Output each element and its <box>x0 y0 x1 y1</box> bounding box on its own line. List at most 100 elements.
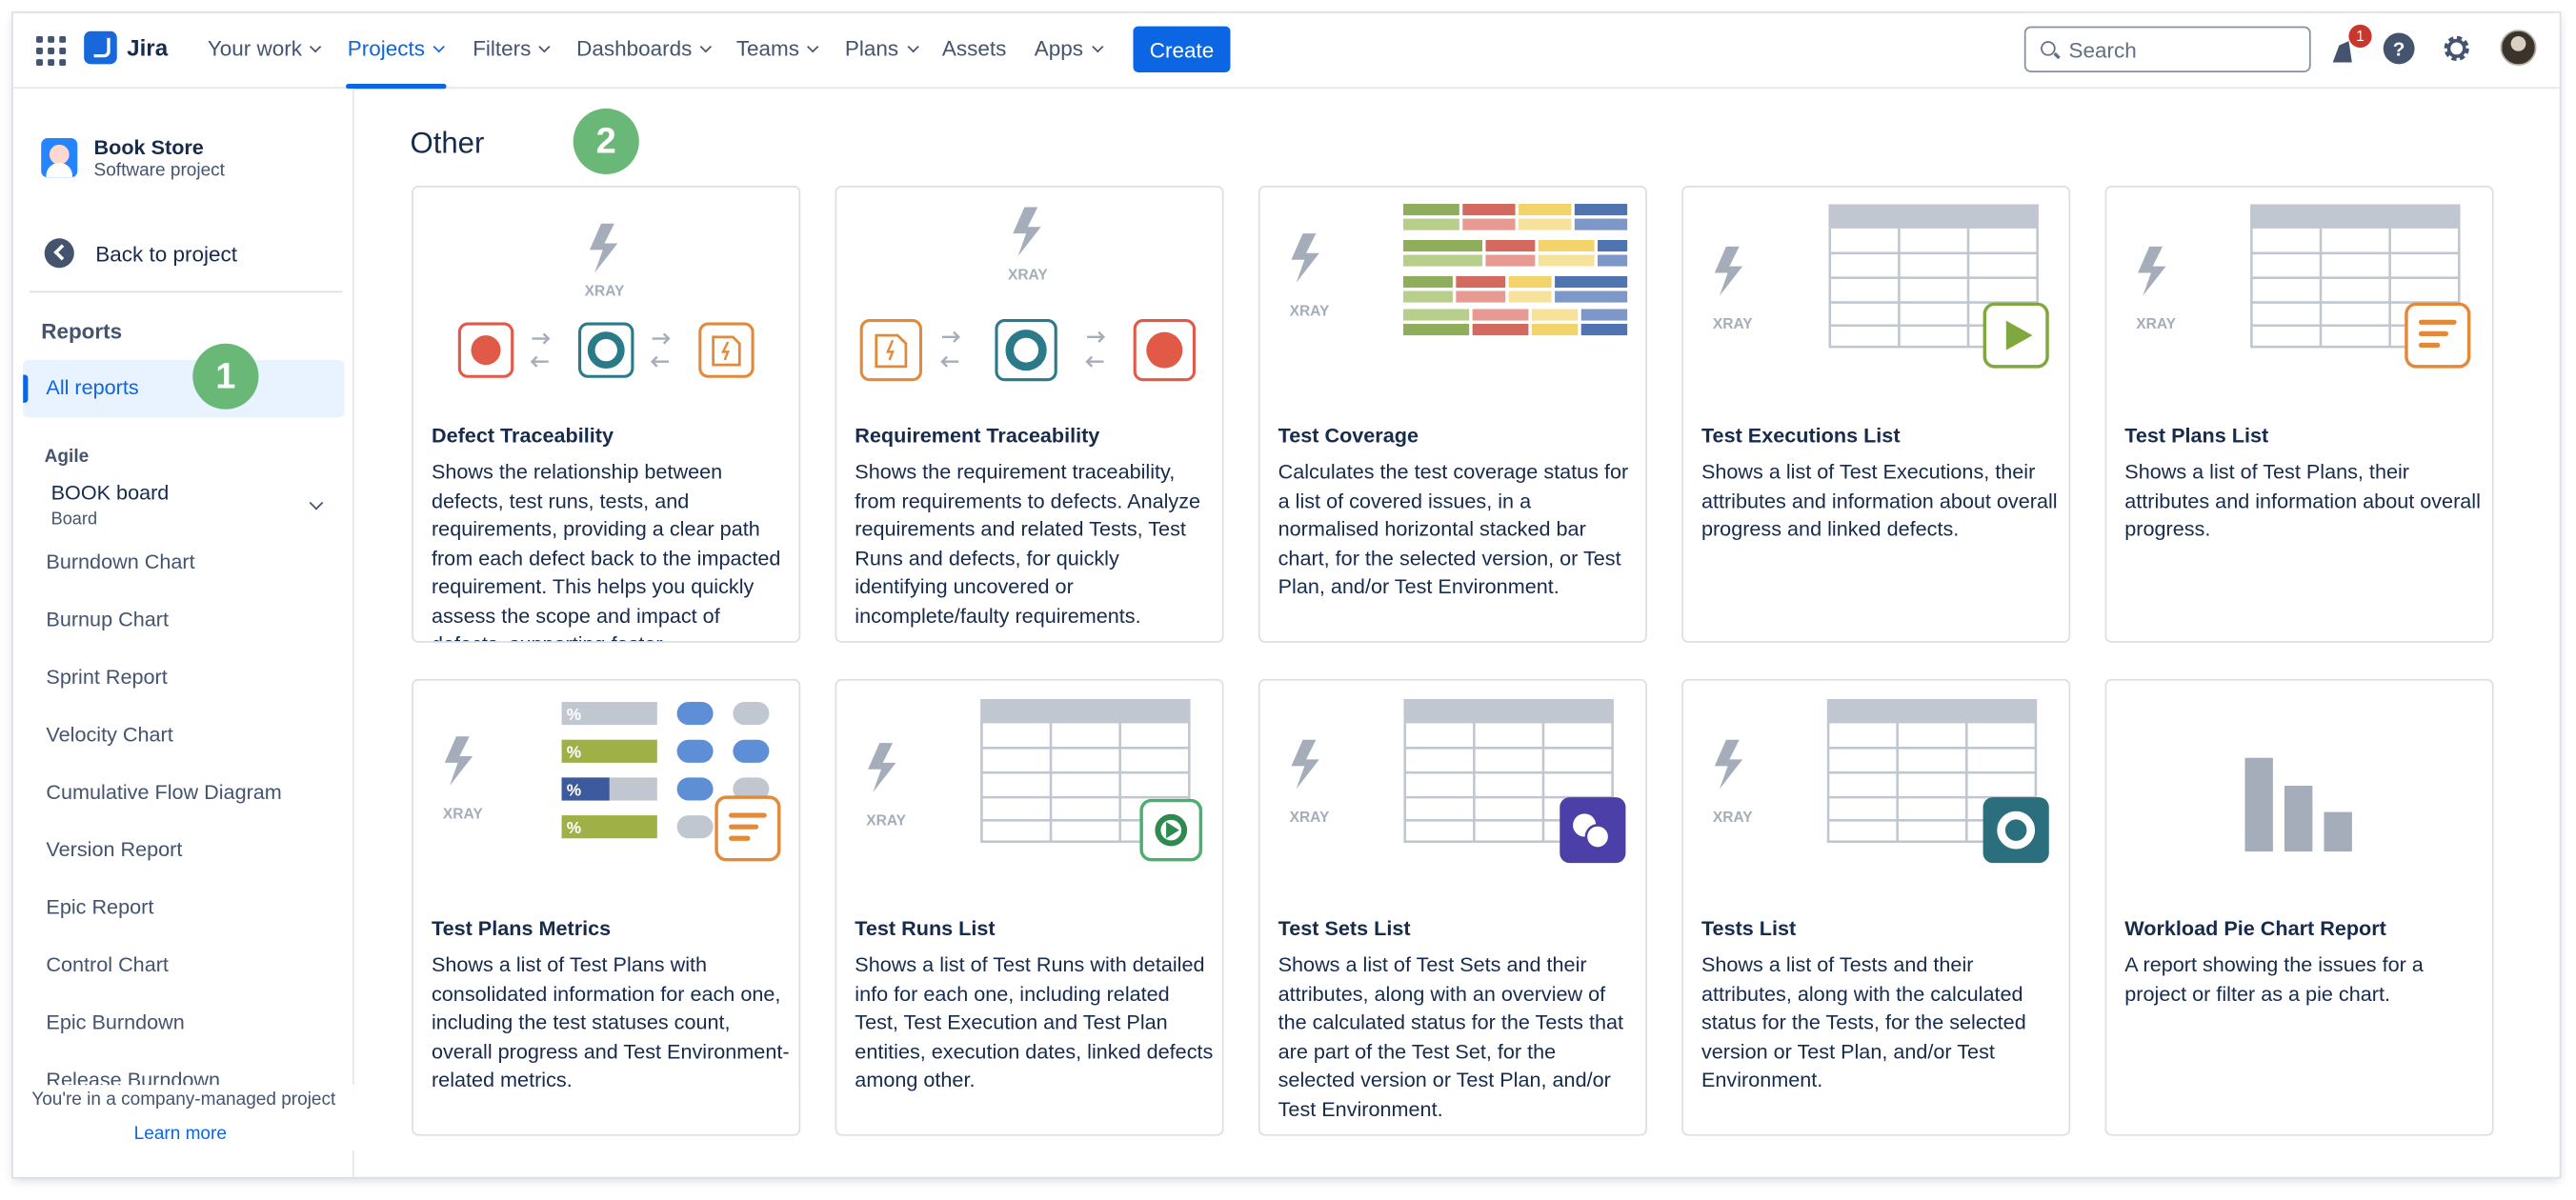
nav-plans[interactable]: Plans <box>844 35 918 61</box>
jira-logo-icon <box>84 30 117 65</box>
test-icon <box>1982 797 2049 864</box>
nav-projects[interactable]: Projects <box>348 36 445 61</box>
nav-assets[interactable]: Assets <box>942 36 1006 61</box>
xray-label: XRAY <box>585 284 625 300</box>
sidebar-item-sprint-report[interactable]: Sprint Report <box>46 666 167 689</box>
svg-text:%: % <box>567 705 581 724</box>
svg-text:%: % <box>567 818 581 837</box>
test-coverage-illustration: XRAY <box>1290 204 1628 336</box>
help-icon[interactable]: ? <box>2383 32 2415 65</box>
nav-filters-label: Filters <box>473 35 532 61</box>
step-marker-2: 2 <box>573 108 639 174</box>
notifications-button[interactable]: 1 <box>2325 24 2372 70</box>
card-title: Requirement Traceability <box>855 424 1100 448</box>
user-avatar[interactable] <box>2500 30 2537 67</box>
card-description: Shows a list of Test Plans, their attrib… <box>2124 460 2481 541</box>
board-selector[interactable]: BOOK board <box>51 482 170 505</box>
sidebar-item-cumulative-flow[interactable]: Cumulative Flow Diagram <box>46 781 281 804</box>
nav-dashboards-label: Dashboards <box>576 35 693 61</box>
card-description: Shows a list of Test Sets and their attr… <box>1278 953 1624 1121</box>
report-card-requirement-traceability[interactable]: XRAY Requirement Traceability Shows the … <box>835 186 1224 643</box>
chevron-down-icon[interactable] <box>309 495 324 510</box>
sidebar-divider <box>30 290 343 293</box>
arrows-icon <box>940 330 960 368</box>
card-title: Tests List <box>1701 917 1797 941</box>
step-marker-1: 1 <box>192 343 259 410</box>
project-type: Software project <box>93 161 225 181</box>
xray-label: XRAY <box>443 807 483 823</box>
report-card-test-executions-list[interactable]: XRAY Test Executions List Shows a list o… <box>1681 186 2071 643</box>
xray-logo-icon <box>868 743 896 792</box>
card-description: Shows the relationship between defects, … <box>431 460 781 641</box>
report-card-test-coverage[interactable]: XRAY Test Coverage Calculates the test c… <box>1258 186 1647 643</box>
sidebar-item-burnup-chart[interactable]: Burnup Chart <box>46 609 169 631</box>
sidebar-item-burndown-chart[interactable]: Burndown Chart <box>46 550 194 573</box>
nav-teams[interactable]: Teams <box>735 35 819 61</box>
chevron-down-icon <box>906 40 918 52</box>
xray-label: XRAY <box>1290 303 1330 319</box>
nav-your-work[interactable]: Your work <box>207 35 322 61</box>
xray-label: XRAY <box>1713 810 1753 826</box>
xray-label: XRAY <box>2136 316 2176 332</box>
back-to-project-link[interactable]: Back to project <box>30 225 342 281</box>
chevron-down-icon <box>699 40 713 52</box>
svg-text:%: % <box>567 743 581 762</box>
search-input[interactable]: Search <box>2023 26 2311 72</box>
card-description: Shows the requirement traceability, from… <box>855 460 1201 628</box>
chevron-down-icon <box>1091 40 1103 52</box>
test-executions-list-illustration: XRAY <box>1713 204 2049 369</box>
report-card-test-runs-list[interactable]: XRAY Test Runs List Shows a list of Test… <box>835 678 1224 1136</box>
defect-traceability-illustration: XRAY <box>457 223 755 378</box>
nav-assets-label: Assets <box>941 35 1007 61</box>
nav-teams-label: Teams <box>735 35 800 61</box>
create-button[interactable]: Create <box>1133 26 1231 72</box>
jira-logo[interactable]: Jira <box>84 30 168 65</box>
card-description: Shows a list of Test Runs with detailed … <box>855 953 1214 1092</box>
xray-label: XRAY <box>1290 810 1330 826</box>
card-title: Defect Traceability <box>431 424 614 448</box>
requirement-icon <box>698 322 755 378</box>
xray-label: XRAY <box>1008 267 1048 283</box>
nav-apps[interactable]: Apps <box>1034 35 1103 61</box>
sidebar-item-version-report[interactable]: Version Report <box>46 838 182 861</box>
app-switcher-icon[interactable] <box>36 35 67 67</box>
report-card-defect-traceability[interactable]: XRAY Defect Traceability Shows the relat… <box>412 186 801 643</box>
back-to-project-label: Back to project <box>95 240 237 266</box>
sidebar-item-velocity-chart[interactable]: Velocity Chart <box>46 723 172 746</box>
reports-heading: Reports <box>41 318 123 344</box>
report-card-test-sets-list[interactable]: XRAY Test Sets List Shows a list of Test… <box>1258 678 1647 1136</box>
xray-logo-icon <box>1291 739 1319 790</box>
test-plans-metrics-illustration: XRAY % % % % <box>443 702 781 862</box>
report-card-test-plans-list[interactable]: XRAY Test Plans List Shows a list of Tes… <box>2104 186 2494 643</box>
settings-gear-icon[interactable] <box>2441 33 2472 65</box>
xray-label: XRAY <box>1713 316 1753 332</box>
test-plans-list-illustration: XRAY <box>2136 204 2471 369</box>
nav-plans-label: Plans <box>844 35 899 61</box>
report-card-test-plans-metrics[interactable]: XRAY % % % % Test Plans Metrics Shows a … <box>412 678 801 1136</box>
all-reports-label: All reports <box>46 376 139 400</box>
stacked-bar-chart-icon <box>1403 204 1628 336</box>
card-title: Test Sets List <box>1278 917 1411 941</box>
sidebar-item-all-reports[interactable]: All reports <box>23 359 345 418</box>
report-card-workload-pie-chart[interactable]: Workload Pie Chart Report A report showi… <box>2104 678 2494 1136</box>
nav-dashboards[interactable]: Dashboards <box>576 35 713 61</box>
tests-list-illustration: XRAY <box>1713 698 2049 864</box>
nav-filters[interactable]: Filters <box>473 35 552 61</box>
report-card-tests-list[interactable]: XRAY Tests List Shows a list of Tests an… <box>1681 678 2071 1136</box>
sidebar-item-epic-report[interactable]: Epic Report <box>46 896 153 919</box>
xray-logo-icon <box>1714 246 1743 296</box>
sidebar-item-control-chart[interactable]: Control Chart <box>46 953 169 976</box>
project-name[interactable]: Book Store <box>94 136 204 159</box>
workload-report-illustration <box>2244 757 2352 852</box>
test-sets-list-illustration: XRAY <box>1290 698 1626 864</box>
nav-your-work-label: Your work <box>207 35 302 61</box>
sidebar-item-epic-burndown[interactable]: Epic Burndown <box>46 1010 184 1033</box>
learn-more-link[interactable]: Learn more <box>13 1125 348 1145</box>
active-nav-indicator <box>346 84 447 90</box>
test-runs-list-illustration: XRAY <box>866 698 1203 862</box>
card-title: Test Plans Metrics <box>431 917 612 941</box>
notification-count-badge: 1 <box>2348 24 2372 49</box>
project-avatar-icon <box>41 137 78 178</box>
notification-icon <box>2332 41 2352 63</box>
nav-apps-label: Apps <box>1034 35 1083 61</box>
